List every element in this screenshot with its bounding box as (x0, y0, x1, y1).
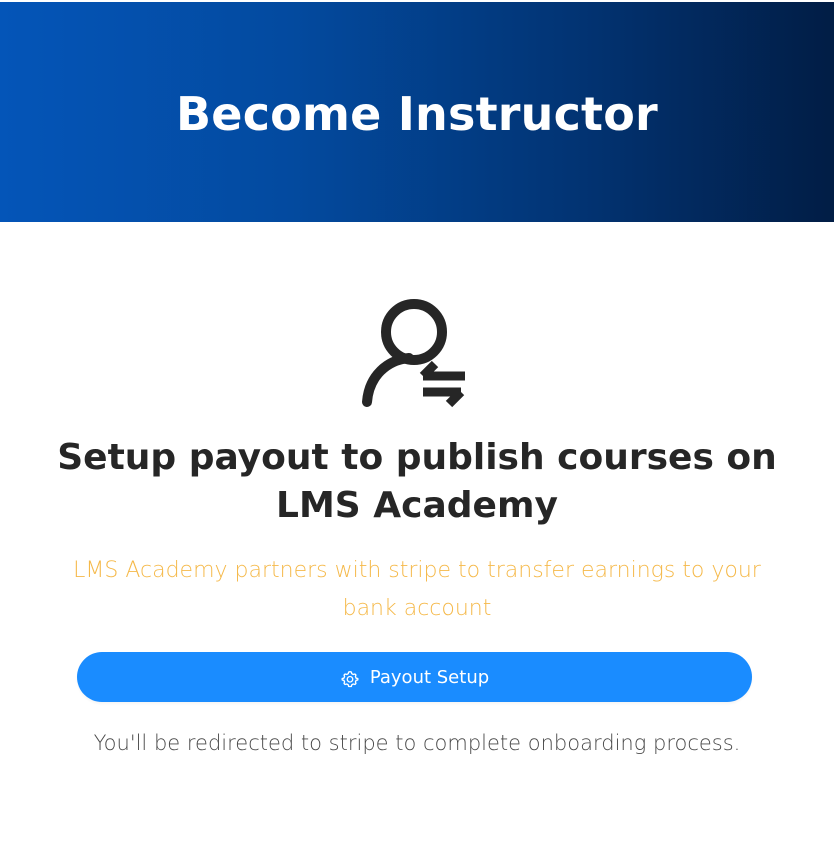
gear-icon (341, 671, 359, 688)
redirect-note: You'll be redirected to stripe to comple… (93, 731, 741, 755)
payout-setup-button[interactable]: Payout Setup (77, 652, 752, 702)
person-arrows-icon (362, 299, 465, 408)
payout-setup-label: Payout Setup (369, 666, 490, 688)
hero-banner: Become Instructor (0, 2, 834, 222)
payout-setup-section: Setup payout to publish courses on LMS A… (0, 222, 834, 861)
page-title: Become Instructor (176, 87, 658, 141)
payout-headline: Setup payout to publish courses on LMS A… (57, 437, 777, 526)
stripe-partner-text: LMS Academy partners with stripe to tran… (73, 558, 761, 621)
